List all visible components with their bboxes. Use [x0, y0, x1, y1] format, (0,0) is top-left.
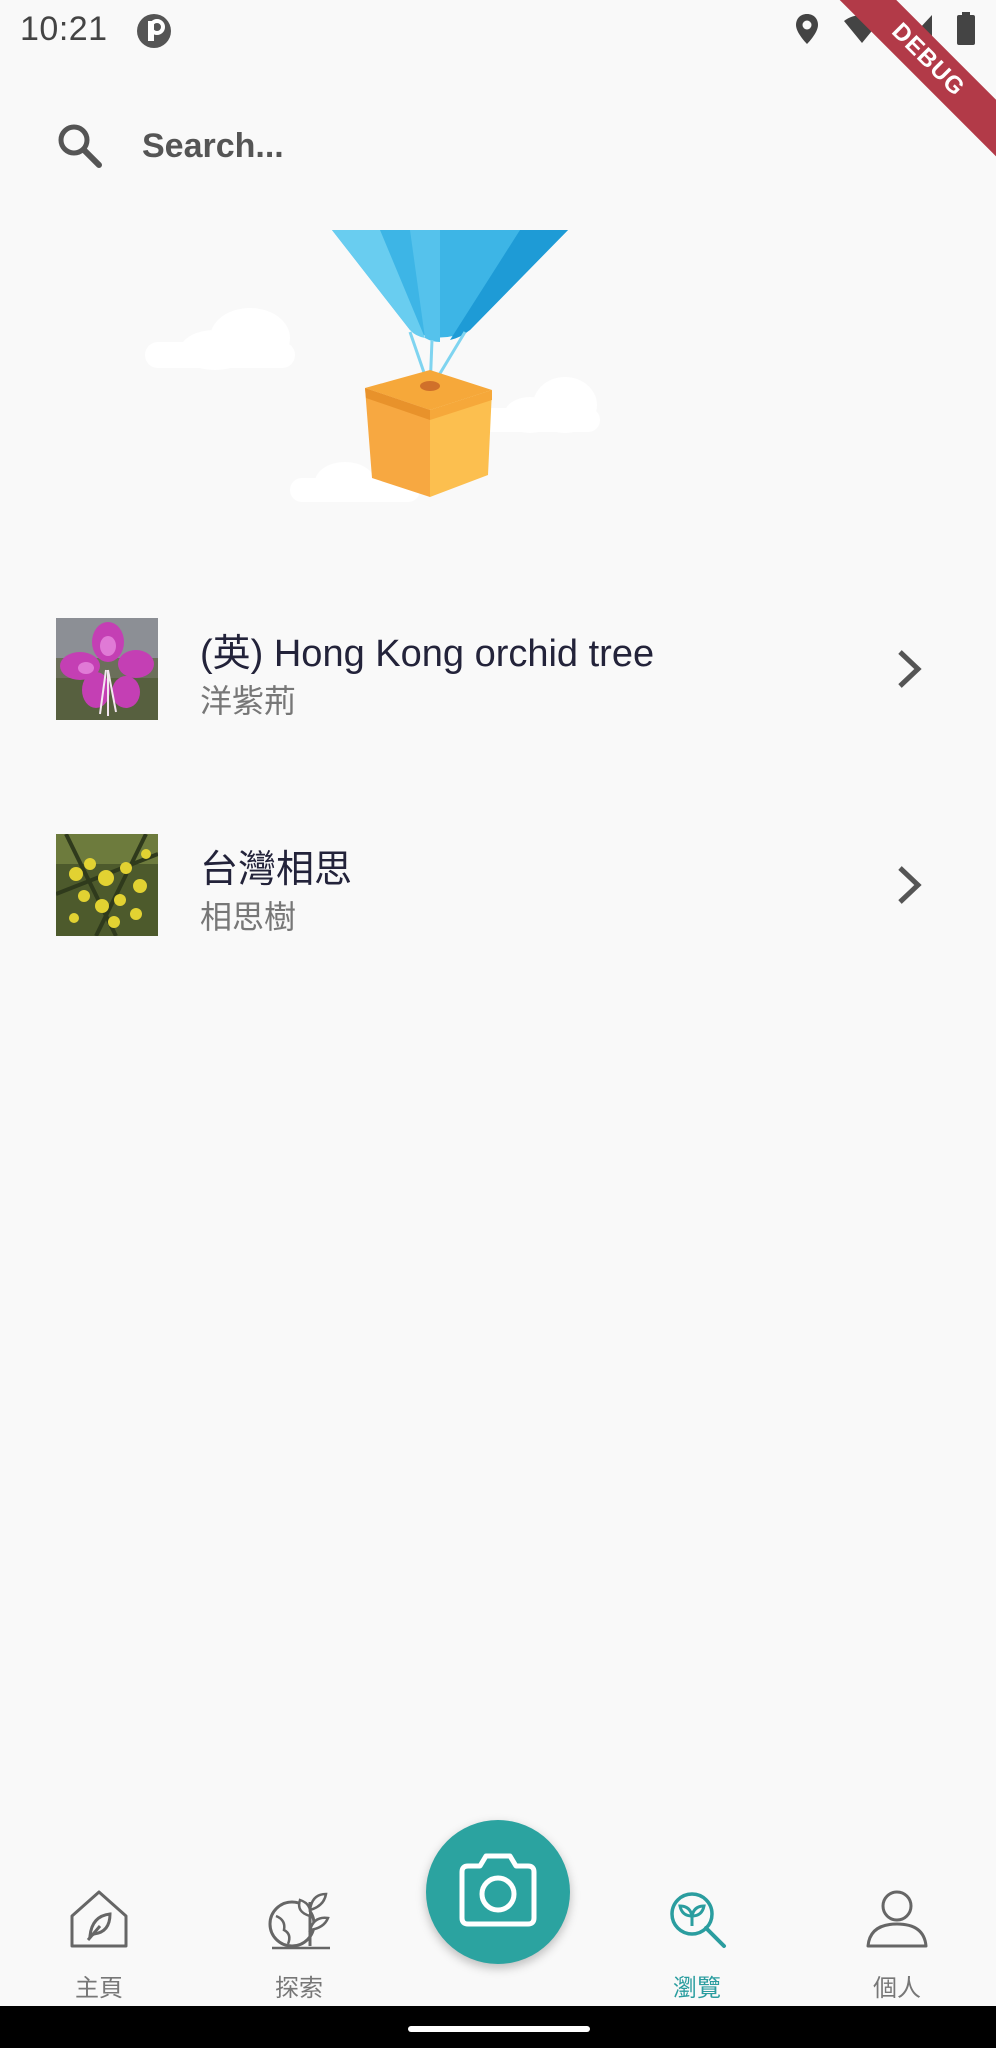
- nav-label-browse: 瀏覽: [673, 1975, 721, 2002]
- nav-item-home[interactable]: 主頁: [29, 1840, 169, 2006]
- search-bar[interactable]: [40, 110, 940, 180]
- list-item-taiwan-acacia[interactable]: 台灣相思 相思樹: [0, 806, 996, 1022]
- home-leaf-icon: [70, 1890, 128, 1948]
- plant-subtitle: 洋紫荊: [200, 683, 297, 719]
- location-icon: [796, 14, 818, 44]
- search-icon: [58, 124, 102, 168]
- status-time: 10:21: [20, 10, 108, 48]
- globe-plant-icon: [268, 1892, 330, 1950]
- plant-thumbnail: [56, 834, 158, 936]
- nav-label-home: 主頁: [75, 1975, 123, 2002]
- person-icon: [866, 1890, 928, 1948]
- nav-label-explore: 探索: [275, 1975, 323, 2002]
- app-notification-icon: [137, 14, 171, 48]
- plant-thumbnail: [56, 618, 158, 720]
- list-item-hong-kong-orchid-tree[interactable]: (英) Hong Kong orchid tree 洋紫荊: [0, 590, 996, 806]
- plant-title: 台灣相思: [200, 849, 353, 891]
- chevron-right-icon: [898, 650, 922, 688]
- nav-item-profile[interactable]: 個人: [827, 1840, 967, 2006]
- battery-icon: [957, 12, 975, 45]
- plant-search-icon: [670, 1892, 726, 1948]
- camera-button[interactable]: [426, 1820, 570, 1964]
- nav-item-browse[interactable]: 瀏覽: [627, 1840, 767, 2006]
- camera-icon: [459, 1853, 537, 1927]
- chevron-right-icon: [898, 866, 922, 904]
- parachute-box-illustration: [145, 230, 600, 502]
- nav-label-profile: 個人: [873, 1975, 921, 2002]
- status-bar: 10:21 DEBUG: [0, 0, 996, 167]
- plant-list: (英) Hong Kong orchid tree 洋紫荊 台灣相思 相思樹: [0, 590, 996, 1022]
- search-input[interactable]: [140, 118, 924, 174]
- home-gesture-handle[interactable]: [408, 2026, 590, 2032]
- system-gesture-bar: [0, 2006, 996, 2048]
- plant-title: (英) Hong Kong orchid tree: [200, 633, 655, 675]
- nav-item-explore[interactable]: 探索: [229, 1840, 369, 2006]
- plant-subtitle: 相思樹: [200, 899, 297, 935]
